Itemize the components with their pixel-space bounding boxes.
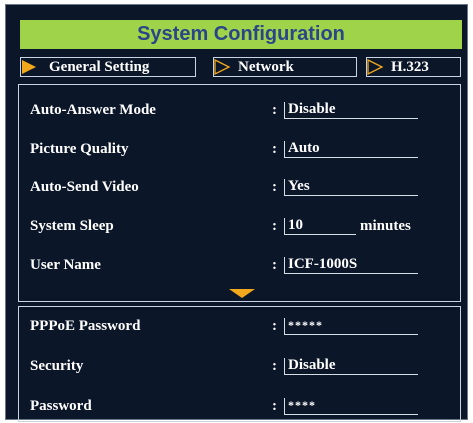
colon: : xyxy=(272,358,277,374)
chevron-right-icon xyxy=(22,60,36,74)
setting-label: Security xyxy=(30,358,84,374)
setting-label: Auto-Answer Mode xyxy=(30,102,156,118)
colon: : xyxy=(272,218,277,234)
system-sleep-input[interactable]: 10 xyxy=(284,218,356,235)
security-select[interactable]: Disable xyxy=(284,358,418,375)
tab-h323[interactable]: H.323 xyxy=(366,57,461,77)
picture-quality-select[interactable]: Auto xyxy=(284,141,418,158)
tab-general-setting[interactable]: General Setting xyxy=(20,57,196,77)
tab-network[interactable]: Network xyxy=(213,57,357,77)
tab-label: General Setting xyxy=(49,59,150,75)
chevron-right-outline-icon xyxy=(214,58,231,76)
setting-label: User Name xyxy=(30,257,101,273)
user-name-input[interactable]: ICF-1000S xyxy=(284,257,418,274)
colon: : xyxy=(272,141,277,157)
colon: : xyxy=(272,318,277,334)
colon: : xyxy=(272,102,277,118)
auto-send-video-select[interactable]: Yes xyxy=(284,179,418,196)
scroll-down-arrow-icon[interactable] xyxy=(229,289,255,298)
setting-label: Auto-Send Video xyxy=(30,179,139,195)
colon: : xyxy=(272,257,277,273)
setting-label: Password xyxy=(30,398,92,414)
password-input[interactable]: **** xyxy=(284,398,418,415)
setting-label: System Sleep xyxy=(30,218,114,234)
chevron-right-outline-icon xyxy=(367,58,384,76)
setting-label: Picture Quality xyxy=(30,141,129,157)
auto-answer-select[interactable]: Disable xyxy=(284,102,418,119)
unit-label: minutes xyxy=(360,218,411,234)
setting-label: PPPoE Password xyxy=(30,318,141,334)
pppoe-password-input[interactable]: ***** xyxy=(284,318,418,335)
page-title: System Configuration xyxy=(20,20,462,49)
colon: : xyxy=(272,179,277,195)
colon: : xyxy=(272,398,277,414)
tab-label: H.323 xyxy=(391,59,429,75)
tab-label: Network xyxy=(238,59,294,75)
